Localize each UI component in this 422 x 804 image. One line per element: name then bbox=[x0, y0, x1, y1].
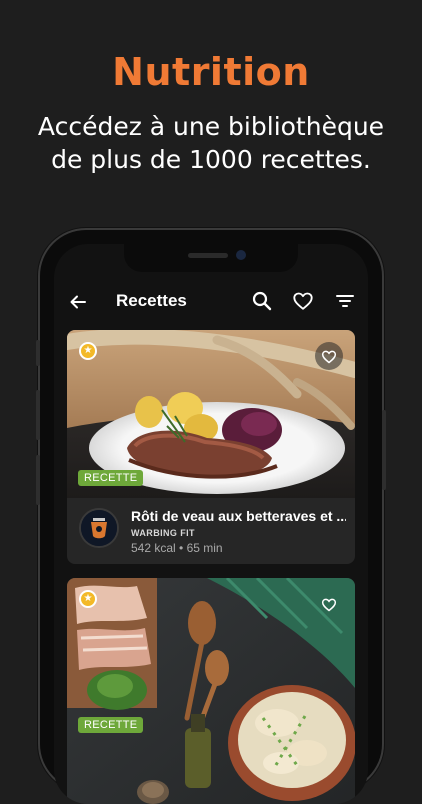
speaker-grille bbox=[188, 253, 228, 258]
recipe-card[interactable]: ★ RECETTE bbox=[67, 578, 355, 804]
recipe-name: Rôti de veau aux betteraves et ... bbox=[131, 508, 346, 524]
recipe-tag: RECETTE bbox=[78, 470, 144, 486]
recipe-photo: ★ RECETTE bbox=[67, 578, 355, 804]
page-title: Recettes bbox=[116, 291, 187, 310]
hero-subtitle: Accédez à une bibliothèque de plus de 10… bbox=[20, 110, 402, 176]
recipe-tag: RECETTE bbox=[78, 717, 144, 733]
back-arrow-icon[interactable] bbox=[68, 292, 88, 312]
phone-power-button bbox=[382, 410, 386, 490]
featured-star-icon: ★ bbox=[79, 590, 97, 608]
recipe-author: WARBING FIT bbox=[131, 528, 195, 538]
phone-mute-button bbox=[36, 340, 40, 366]
featured-star-icon: ★ bbox=[79, 342, 97, 360]
hero-title: Nutrition bbox=[112, 50, 310, 94]
phone-frame: Recettes ★ RECETTE Rôti de veau aux bett… bbox=[36, 230, 386, 804]
app-screen: Recettes ★ RECETTE Rôti de veau aux bett… bbox=[54, 244, 368, 804]
phone-notch bbox=[124, 244, 298, 272]
app-bar: Recettes bbox=[54, 280, 368, 324]
author-avatar bbox=[79, 508, 119, 548]
recipe-info: Rôti de veau aux betteraves et ... WARBI… bbox=[67, 498, 355, 564]
hero-subtitle-line1: Accédez à une bibliothèque bbox=[37, 112, 385, 141]
author-logo-icon bbox=[81, 510, 117, 546]
phone-volume-down-button bbox=[36, 455, 40, 505]
filter-icon[interactable] bbox=[335, 290, 355, 312]
recipe-photo-illustration bbox=[67, 578, 355, 804]
recipe-photo: ★ RECETTE bbox=[67, 330, 355, 498]
search-icon[interactable] bbox=[251, 290, 273, 312]
hero-subtitle-line2: de plus de 1000 recettes. bbox=[51, 145, 371, 174]
heart-icon bbox=[321, 350, 337, 364]
recipe-meta: 542 kcal • 65 min bbox=[131, 541, 223, 555]
front-camera bbox=[236, 250, 246, 260]
recipe-card[interactable]: ★ RECETTE Rôti de veau aux betteraves et… bbox=[67, 330, 355, 564]
heart-icon[interactable] bbox=[292, 290, 314, 312]
favorite-button[interactable] bbox=[315, 590, 343, 618]
favorite-button[interactable] bbox=[315, 342, 343, 370]
phone-volume-up-button bbox=[36, 390, 40, 440]
heart-icon bbox=[321, 598, 337, 612]
